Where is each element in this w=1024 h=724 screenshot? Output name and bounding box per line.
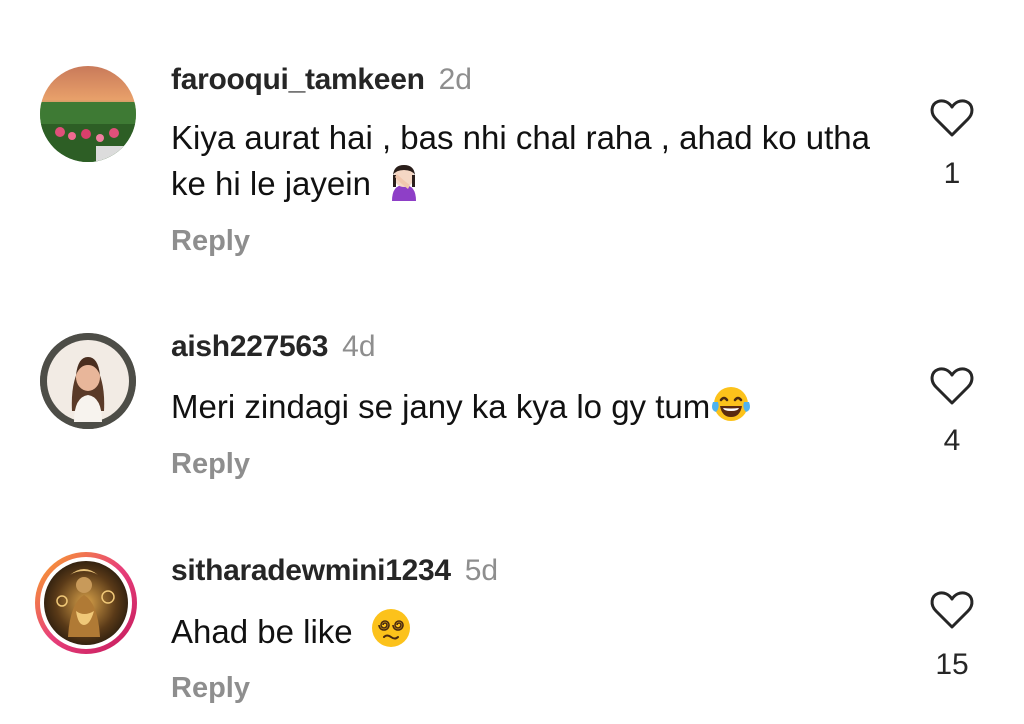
comment-header: sitharadewmini1234 5d — [171, 553, 498, 589]
heart-icon — [930, 591, 974, 629]
username[interactable]: sitharadewmini1234 — [171, 554, 451, 587]
timestamp: 5d — [464, 554, 499, 587]
like-count: 15 — [935, 648, 969, 681]
face-with-spiral-eyes-icon — [370, 607, 412, 661]
reply-button[interactable]: Reply — [171, 670, 250, 706]
comment-body: Ahad be like — [171, 613, 353, 650]
golden-figure-art-icon — [35, 552, 137, 654]
like-button[interactable] — [928, 590, 976, 630]
comment-item: sitharadewmini1234 5d Ahad be like Reply … — [0, 0, 1024, 724]
avatar[interactable] — [34, 551, 138, 655]
comment-text: Ahad be like — [171, 607, 891, 661]
